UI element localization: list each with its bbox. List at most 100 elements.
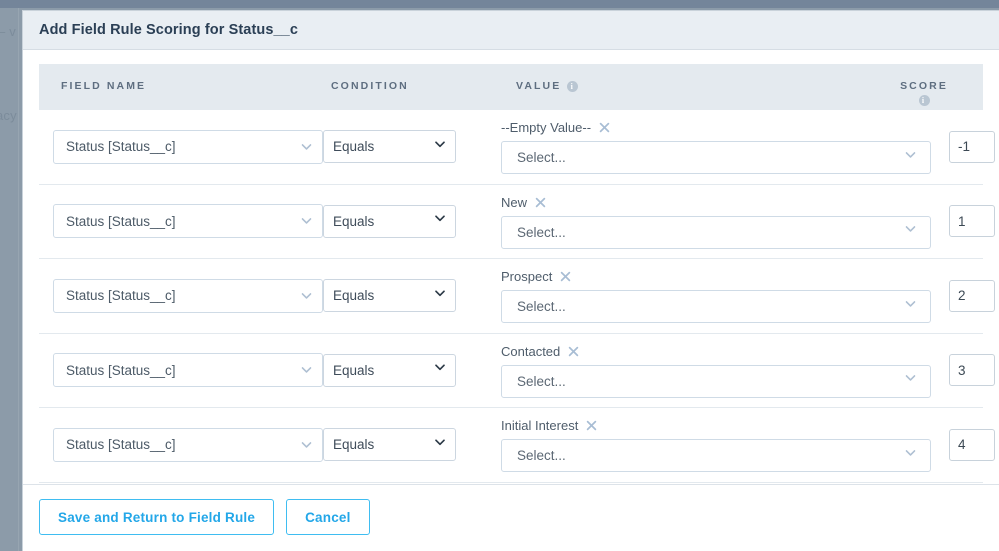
dialog-body: FIELD NAME CONDITION VALUE i SCORE i Sta… (23, 50, 999, 484)
column-header-condition: CONDITION (331, 80, 409, 92)
chevron-down-icon (904, 297, 917, 313)
dialog-footer: Save and Return to Field Rule Cancel (23, 484, 999, 551)
cell-value: Prospect Select... (456, 268, 943, 324)
value-dropdown[interactable]: Select... (501, 215, 931, 249)
chevron-down-icon (904, 223, 917, 239)
backdrop-divider (18, 8, 19, 551)
backdrop-ghost-text-1: – v (0, 24, 16, 39)
backdrop-ghost-text-2: acy (0, 108, 17, 123)
field-name-dropdown[interactable]: Status [Status__c] (53, 129, 323, 164)
value-chip: Prospect (501, 268, 931, 285)
cancel-button[interactable]: Cancel (286, 499, 370, 535)
column-header-value: VALUE i (471, 80, 865, 92)
field-name-value: Status [Status__c] (66, 213, 176, 229)
cell-condition: Equals (323, 428, 456, 462)
chevron-down-icon (300, 289, 312, 300)
value-chip: Initial Interest (501, 417, 931, 434)
field-name-value: Status [Status__c] (66, 139, 176, 155)
column-header-field-name: FIELD NAME (61, 80, 147, 92)
condition-select[interactable]: Equals (323, 353, 456, 387)
cell-condition: Equals (323, 353, 456, 387)
condition-select[interactable]: Equals (323, 428, 456, 462)
table-body: Status [Status__c] Equals --Empty Value-… (39, 110, 995, 483)
cell-field-name: Status [Status__c] (39, 278, 323, 313)
cell-value: Initial Interest Select... (456, 417, 943, 473)
cell-score (943, 205, 999, 238)
field-name-value: Status [Status__c] (66, 288, 176, 304)
value-chip: New (501, 194, 931, 211)
cell-score (943, 279, 999, 312)
cell-field-name: Status [Status__c] (39, 129, 323, 164)
page-topbar (0, 0, 999, 8)
value-info-icon[interactable]: i (567, 80, 579, 92)
close-icon[interactable] (598, 121, 611, 134)
table-row: Status [Status__c] Equals New Select... … (39, 185, 995, 259)
condition-select[interactable]: Equals (323, 279, 456, 313)
scoring-rules-table: FIELD NAME CONDITION VALUE i SCORE i Sta… (39, 64, 995, 483)
table-row: Status [Status__c] Equals Initial Intere… (39, 408, 995, 483)
score-input[interactable] (949, 279, 995, 312)
cell-value: --Empty Value-- Select... (456, 119, 943, 175)
cell-score (943, 130, 999, 163)
cell-field-name: Status [Status__c] (39, 353, 323, 388)
table-row: Status [Status__c] Equals Prospect Selec… (39, 259, 995, 334)
page-title: Add Field Rule Scoring for Status__c (39, 22, 298, 38)
score-input[interactable] (949, 205, 995, 238)
value-chip-label: Initial Interest (501, 418, 579, 434)
value-chip-label: New (501, 194, 528, 210)
table-header-row: FIELD NAME CONDITION VALUE i SCORE i (39, 64, 983, 110)
value-chip-label: Contacted (501, 343, 561, 359)
chevron-down-icon (904, 446, 917, 462)
value-dropdown-placeholder: Select... (517, 150, 566, 166)
cell-condition: Equals (323, 279, 456, 313)
value-dropdown-placeholder: Select... (517, 299, 566, 315)
close-icon[interactable] (534, 196, 547, 209)
value-chip: Contacted (501, 343, 931, 360)
close-icon[interactable] (559, 270, 572, 283)
value-chip-label: --Empty Value-- (501, 120, 592, 136)
dialog-header: Add Field Rule Scoring for Status__c (23, 11, 999, 50)
value-dropdown[interactable]: Select... (501, 439, 931, 473)
field-name-dropdown[interactable]: Status [Status__c] (53, 427, 323, 462)
value-dropdown-placeholder: Select... (517, 224, 566, 240)
cell-condition: Equals (323, 130, 456, 164)
cell-value: Contacted Select... (456, 343, 943, 398)
table-row: Status [Status__c] Equals --Empty Value-… (39, 110, 995, 185)
cell-field-name: Status [Status__c] (39, 204, 323, 239)
chevron-down-icon (300, 215, 312, 226)
field-name-dropdown[interactable]: Status [Status__c] (53, 278, 323, 313)
value-chip-label: Prospect (501, 269, 553, 285)
column-header-value-label: VALUE (516, 80, 562, 92)
score-input[interactable] (949, 354, 995, 387)
cell-field-name: Status [Status__c] (39, 427, 323, 462)
value-dropdown-placeholder: Select... (517, 373, 566, 389)
column-header-score-label: SCORE (900, 80, 948, 92)
cell-value: New Select... (456, 194, 943, 249)
condition-select[interactable]: Equals (323, 204, 456, 238)
chevron-down-icon (300, 140, 312, 151)
score-input[interactable] (949, 428, 995, 461)
value-dropdown[interactable]: Select... (501, 141, 931, 175)
chevron-down-icon (904, 372, 917, 388)
field-name-value: Status [Status__c] (66, 362, 176, 378)
score-info-icon[interactable]: i (918, 95, 930, 106)
field-name-dropdown[interactable]: Status [Status__c] (53, 353, 323, 388)
add-field-rule-scoring-dialog: Add Field Rule Scoring for Status__c FIE… (22, 10, 999, 551)
value-dropdown[interactable]: Select... (501, 290, 931, 324)
chevron-down-icon (300, 438, 312, 449)
table-row: Status [Status__c] Equals Contacted Sele… (39, 334, 995, 408)
save-and-return-button[interactable]: Save and Return to Field Rule (39, 499, 275, 535)
value-dropdown[interactable]: Select... (501, 364, 931, 398)
chevron-down-icon (904, 148, 917, 164)
value-dropdown-placeholder: Select... (517, 448, 566, 464)
condition-select[interactable]: Equals (323, 130, 456, 164)
column-header-score: SCORE i (865, 80, 983, 106)
cell-score (943, 428, 999, 461)
field-name-dropdown[interactable]: Status [Status__c] (53, 204, 323, 239)
chevron-down-icon (300, 364, 312, 375)
cell-condition: Equals (323, 204, 456, 238)
field-name-value: Status [Status__c] (66, 437, 176, 453)
score-input[interactable] (949, 130, 995, 163)
close-icon[interactable] (585, 419, 598, 432)
close-icon[interactable] (567, 345, 580, 358)
